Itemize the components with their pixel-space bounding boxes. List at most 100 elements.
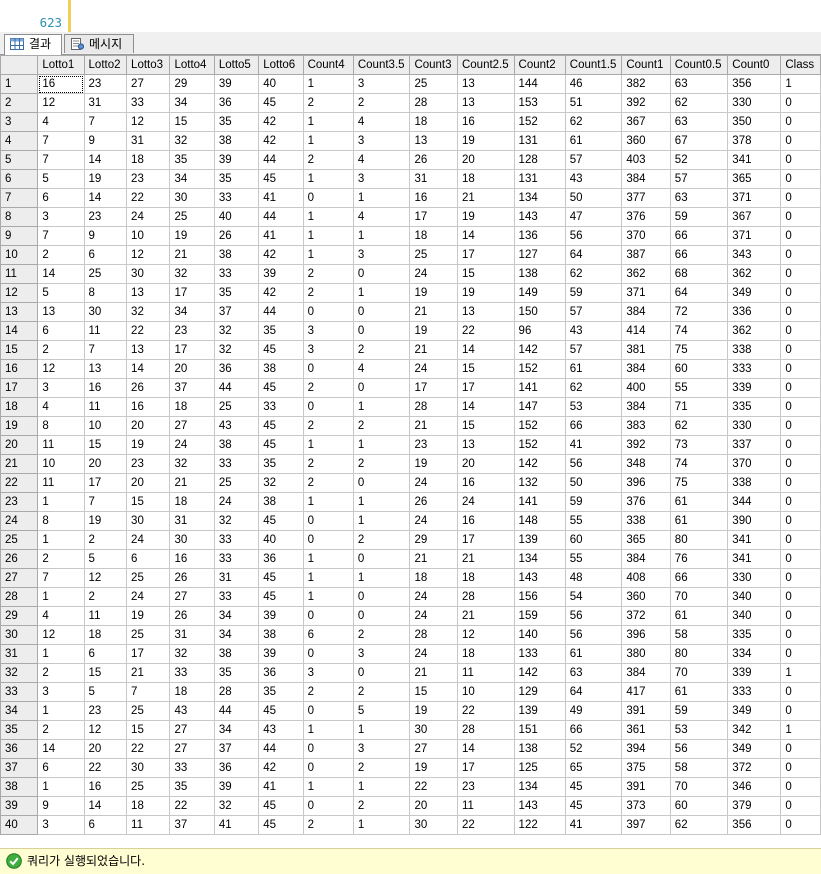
table-row[interactable]: 9 7 9 10 19 26 41 1 1 18 14 136 56 370 66 371 0 <box>0 226 821 246</box>
table-cell[interactable]: 18 <box>169 682 215 702</box>
table-cell[interactable]: 2 <box>352 340 411 360</box>
table-cell[interactable]: 33 <box>213 188 260 208</box>
table-cell[interactable]: 64 <box>564 245 623 265</box>
table-cell[interactable]: 32 <box>213 796 260 816</box>
table-cell[interactable]: 61 <box>564 644 623 664</box>
table-cell[interactable]: 1 <box>780 720 821 740</box>
table-cell[interactable]: 2 <box>352 758 411 778</box>
table-cell[interactable]: 2 <box>352 796 411 816</box>
table-cell[interactable]: 19 <box>83 169 128 189</box>
table-cell[interactable]: 33 <box>213 454 260 474</box>
table-cell[interactable]: 0 <box>352 473 411 493</box>
table-cell[interactable]: 41 <box>564 815 623 835</box>
table-cell[interactable]: 3 <box>352 74 411 94</box>
table-cell[interactable]: 75 <box>669 473 729 493</box>
table-cell[interactable]: 18 <box>456 568 515 588</box>
table-cell[interactable]: 66 <box>669 226 729 246</box>
table-cell[interactable]: 0 <box>302 397 354 417</box>
table-cell[interactable]: 6 <box>83 644 128 664</box>
table-cell[interactable]: 15 <box>409 682 458 702</box>
table-cell[interactable]: 37 <box>213 739 260 759</box>
table-cell[interactable]: 11 <box>83 397 128 417</box>
column-header-class[interactable]: Class <box>780 55 821 75</box>
column-header-count3[interactable]: Count3 <box>409 55 458 75</box>
table-cell[interactable]: 63 <box>669 112 729 132</box>
table-cell[interactable]: 1 <box>302 492 354 512</box>
table-cell[interactable]: 17 <box>456 378 515 398</box>
table-cell[interactable]: 9 <box>83 131 128 151</box>
table-cell[interactable]: 26 <box>169 568 215 588</box>
table-cell[interactable]: 17 <box>83 473 128 493</box>
table-cell[interactable]: 0 <box>780 188 821 208</box>
row-number[interactable]: 22 <box>0 473 39 493</box>
table-cell[interactable]: 381 <box>621 340 671 360</box>
table-cell[interactable]: 139 <box>513 530 566 550</box>
table-cell[interactable]: 0 <box>302 796 354 816</box>
table-cell[interactable]: 20 <box>456 454 515 474</box>
table-cell[interactable]: 1 <box>352 492 411 512</box>
table-cell[interactable]: 33 <box>169 663 215 683</box>
table-cell[interactable]: 362 <box>621 264 671 284</box>
table-cell[interactable]: 41 <box>258 226 304 246</box>
table-cell[interactable]: 377 <box>621 188 671 208</box>
table-cell[interactable]: 12 <box>126 245 171 265</box>
table-cell[interactable]: 1 <box>302 549 354 569</box>
table-cell[interactable]: 37 <box>169 815 215 835</box>
table-cell[interactable]: 31 <box>213 568 260 588</box>
table-cell[interactable]: 1 <box>37 492 85 512</box>
table-cell[interactable]: 62 <box>669 416 729 436</box>
table-cell[interactable]: 0 <box>352 606 411 626</box>
table-cell[interactable]: 33 <box>213 530 260 550</box>
table-cell[interactable]: 2 <box>37 720 85 740</box>
table-cell[interactable]: 21 <box>456 549 515 569</box>
table-cell[interactable]: 3 <box>37 378 85 398</box>
table-cell[interactable]: 376 <box>621 492 671 512</box>
table-row[interactable]: 10 2 6 12 21 38 42 1 3 25 17 127 64 387 66 343 0 <box>0 245 821 265</box>
table-cell[interactable]: 45 <box>258 93 304 113</box>
table-cell[interactable]: 18 <box>409 568 458 588</box>
table-cell[interactable]: 22 <box>456 321 515 341</box>
table-cell[interactable]: 62 <box>564 264 623 284</box>
table-cell[interactable]: 156 <box>513 587 566 607</box>
table-cell[interactable]: 6 <box>83 815 128 835</box>
table-cell[interactable]: 19 <box>409 283 458 303</box>
table-cell[interactable]: 61 <box>669 682 729 702</box>
table-cell[interactable]: 127 <box>513 245 566 265</box>
table-cell[interactable]: 30 <box>409 720 458 740</box>
table-cell[interactable]: 29 <box>169 74 215 94</box>
table-cell[interactable]: 31 <box>169 625 215 645</box>
table-cell[interactable]: 44 <box>258 150 304 170</box>
table-cell[interactable]: 152 <box>513 359 566 379</box>
table-cell[interactable]: 37 <box>213 302 260 322</box>
table-cell[interactable]: 19 <box>409 701 458 721</box>
table-cell[interactable]: 16 <box>456 511 515 531</box>
table-cell[interactable]: 26 <box>126 378 171 398</box>
table-cell[interactable]: 39 <box>213 74 260 94</box>
table-cell[interactable]: 38 <box>258 625 304 645</box>
table-cell[interactable]: 341 <box>727 530 782 550</box>
row-number[interactable]: 4 <box>0 131 39 151</box>
table-cell[interactable]: 0 <box>352 549 411 569</box>
table-cell[interactable]: 61 <box>669 511 729 531</box>
table-cell[interactable]: 21 <box>409 663 458 683</box>
table-cell[interactable]: 43 <box>213 416 260 436</box>
table-cell[interactable]: 1 <box>352 511 411 531</box>
table-cell[interactable]: 20 <box>456 150 515 170</box>
table-cell[interactable]: 61 <box>564 359 623 379</box>
table-cell[interactable]: 68 <box>669 264 729 284</box>
table-cell[interactable]: 349 <box>727 739 782 759</box>
table-cell[interactable]: 25 <box>126 701 171 721</box>
row-number[interactable]: 17 <box>0 378 39 398</box>
table-cell[interactable]: 2 <box>352 454 411 474</box>
table-cell[interactable]: 125 <box>513 758 566 778</box>
table-cell[interactable]: 1 <box>302 207 354 227</box>
table-cell[interactable]: 17 <box>456 530 515 550</box>
table-row[interactable]: 33 3 5 7 18 28 35 2 2 15 10 129 64 417 61 333 0 <box>0 682 821 702</box>
row-number[interactable]: 30 <box>0 625 39 645</box>
table-cell[interactable]: 22 <box>126 321 171 341</box>
table-cell[interactable]: 25 <box>409 245 458 265</box>
table-cell[interactable]: 30 <box>126 758 171 778</box>
row-number[interactable]: 2 <box>0 93 39 113</box>
table-cell[interactable]: 34 <box>169 302 215 322</box>
table-cell[interactable]: 25 <box>126 568 171 588</box>
